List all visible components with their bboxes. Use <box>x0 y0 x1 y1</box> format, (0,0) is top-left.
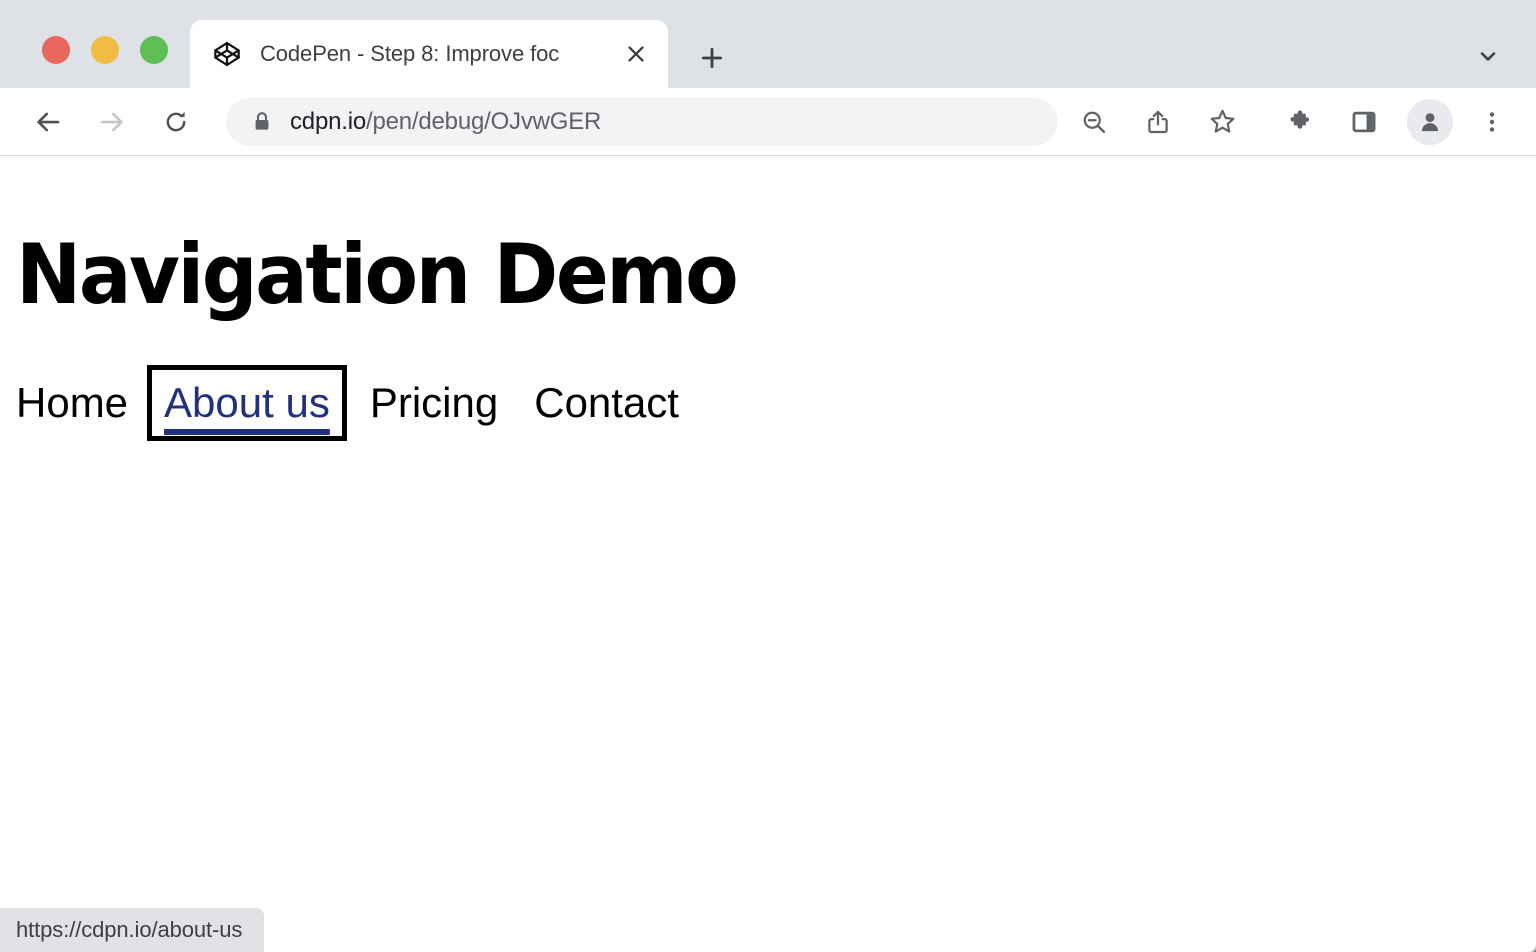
profile-button[interactable] <box>1404 96 1456 148</box>
tab-strip: CodePen - Step 8: Improve foc <box>0 0 1536 88</box>
tab-search-chevron-down-icon[interactable] <box>1462 30 1514 82</box>
tab-title: CodePen - Step 8: Improve foc <box>260 41 616 67</box>
site-navigation: Home About us Pricing Contact <box>16 382 679 424</box>
side-panel-icon[interactable] <box>1338 96 1390 148</box>
url-path: /pen/debug/OJvwGER <box>366 108 601 135</box>
puzzle-icon[interactable] <box>1274 96 1326 148</box>
browser-tab-active[interactable]: CodePen - Step 8: Improve foc <box>190 20 668 88</box>
avatar <box>1407 99 1453 145</box>
tab-close-icon[interactable] <box>618 36 654 72</box>
lock-icon[interactable] <box>252 111 272 133</box>
url-host: cdpn.io <box>290 108 366 135</box>
window-minimize-button[interactable] <box>91 36 119 64</box>
bookmark-star-icon[interactable] <box>1196 96 1248 148</box>
nav-link-about-us[interactable]: About us <box>164 382 330 424</box>
address-bar[interactable]: cdpn.io/pen/debug/OJvwGER <box>226 98 1058 146</box>
status-bar-url: https://cdpn.io/about-us <box>0 908 264 952</box>
forward-button <box>86 96 138 148</box>
toolbar-actions <box>1068 96 1518 148</box>
back-button[interactable] <box>22 96 74 148</box>
page-viewport: Navigation Demo Home About us Pricing Co… <box>0 157 1536 952</box>
share-icon[interactable] <box>1132 96 1184 148</box>
browser-toolbar: cdpn.io/pen/debug/OJvwGER <box>0 88 1536 156</box>
kebab-menu-icon[interactable] <box>1466 96 1518 148</box>
window-traffic-lights <box>42 36 168 64</box>
page-title: Navigation Demo <box>16 233 736 316</box>
browser-window: CodePen - Step 8: Improve foc <box>0 0 1536 952</box>
window-maximize-button[interactable] <box>140 36 168 64</box>
nav-link-pricing[interactable]: Pricing <box>370 382 498 424</box>
new-tab-button[interactable] <box>686 32 738 84</box>
codepen-icon <box>212 39 242 69</box>
nav-link-home[interactable]: Home <box>16 382 128 424</box>
nav-link-contact[interactable]: Contact <box>534 382 679 424</box>
address-bar-url: cdpn.io/pen/debug/OJvwGER <box>290 108 601 136</box>
zoom-out-icon[interactable] <box>1068 96 1120 148</box>
window-close-button[interactable] <box>42 36 70 64</box>
reload-button[interactable] <box>150 96 202 148</box>
